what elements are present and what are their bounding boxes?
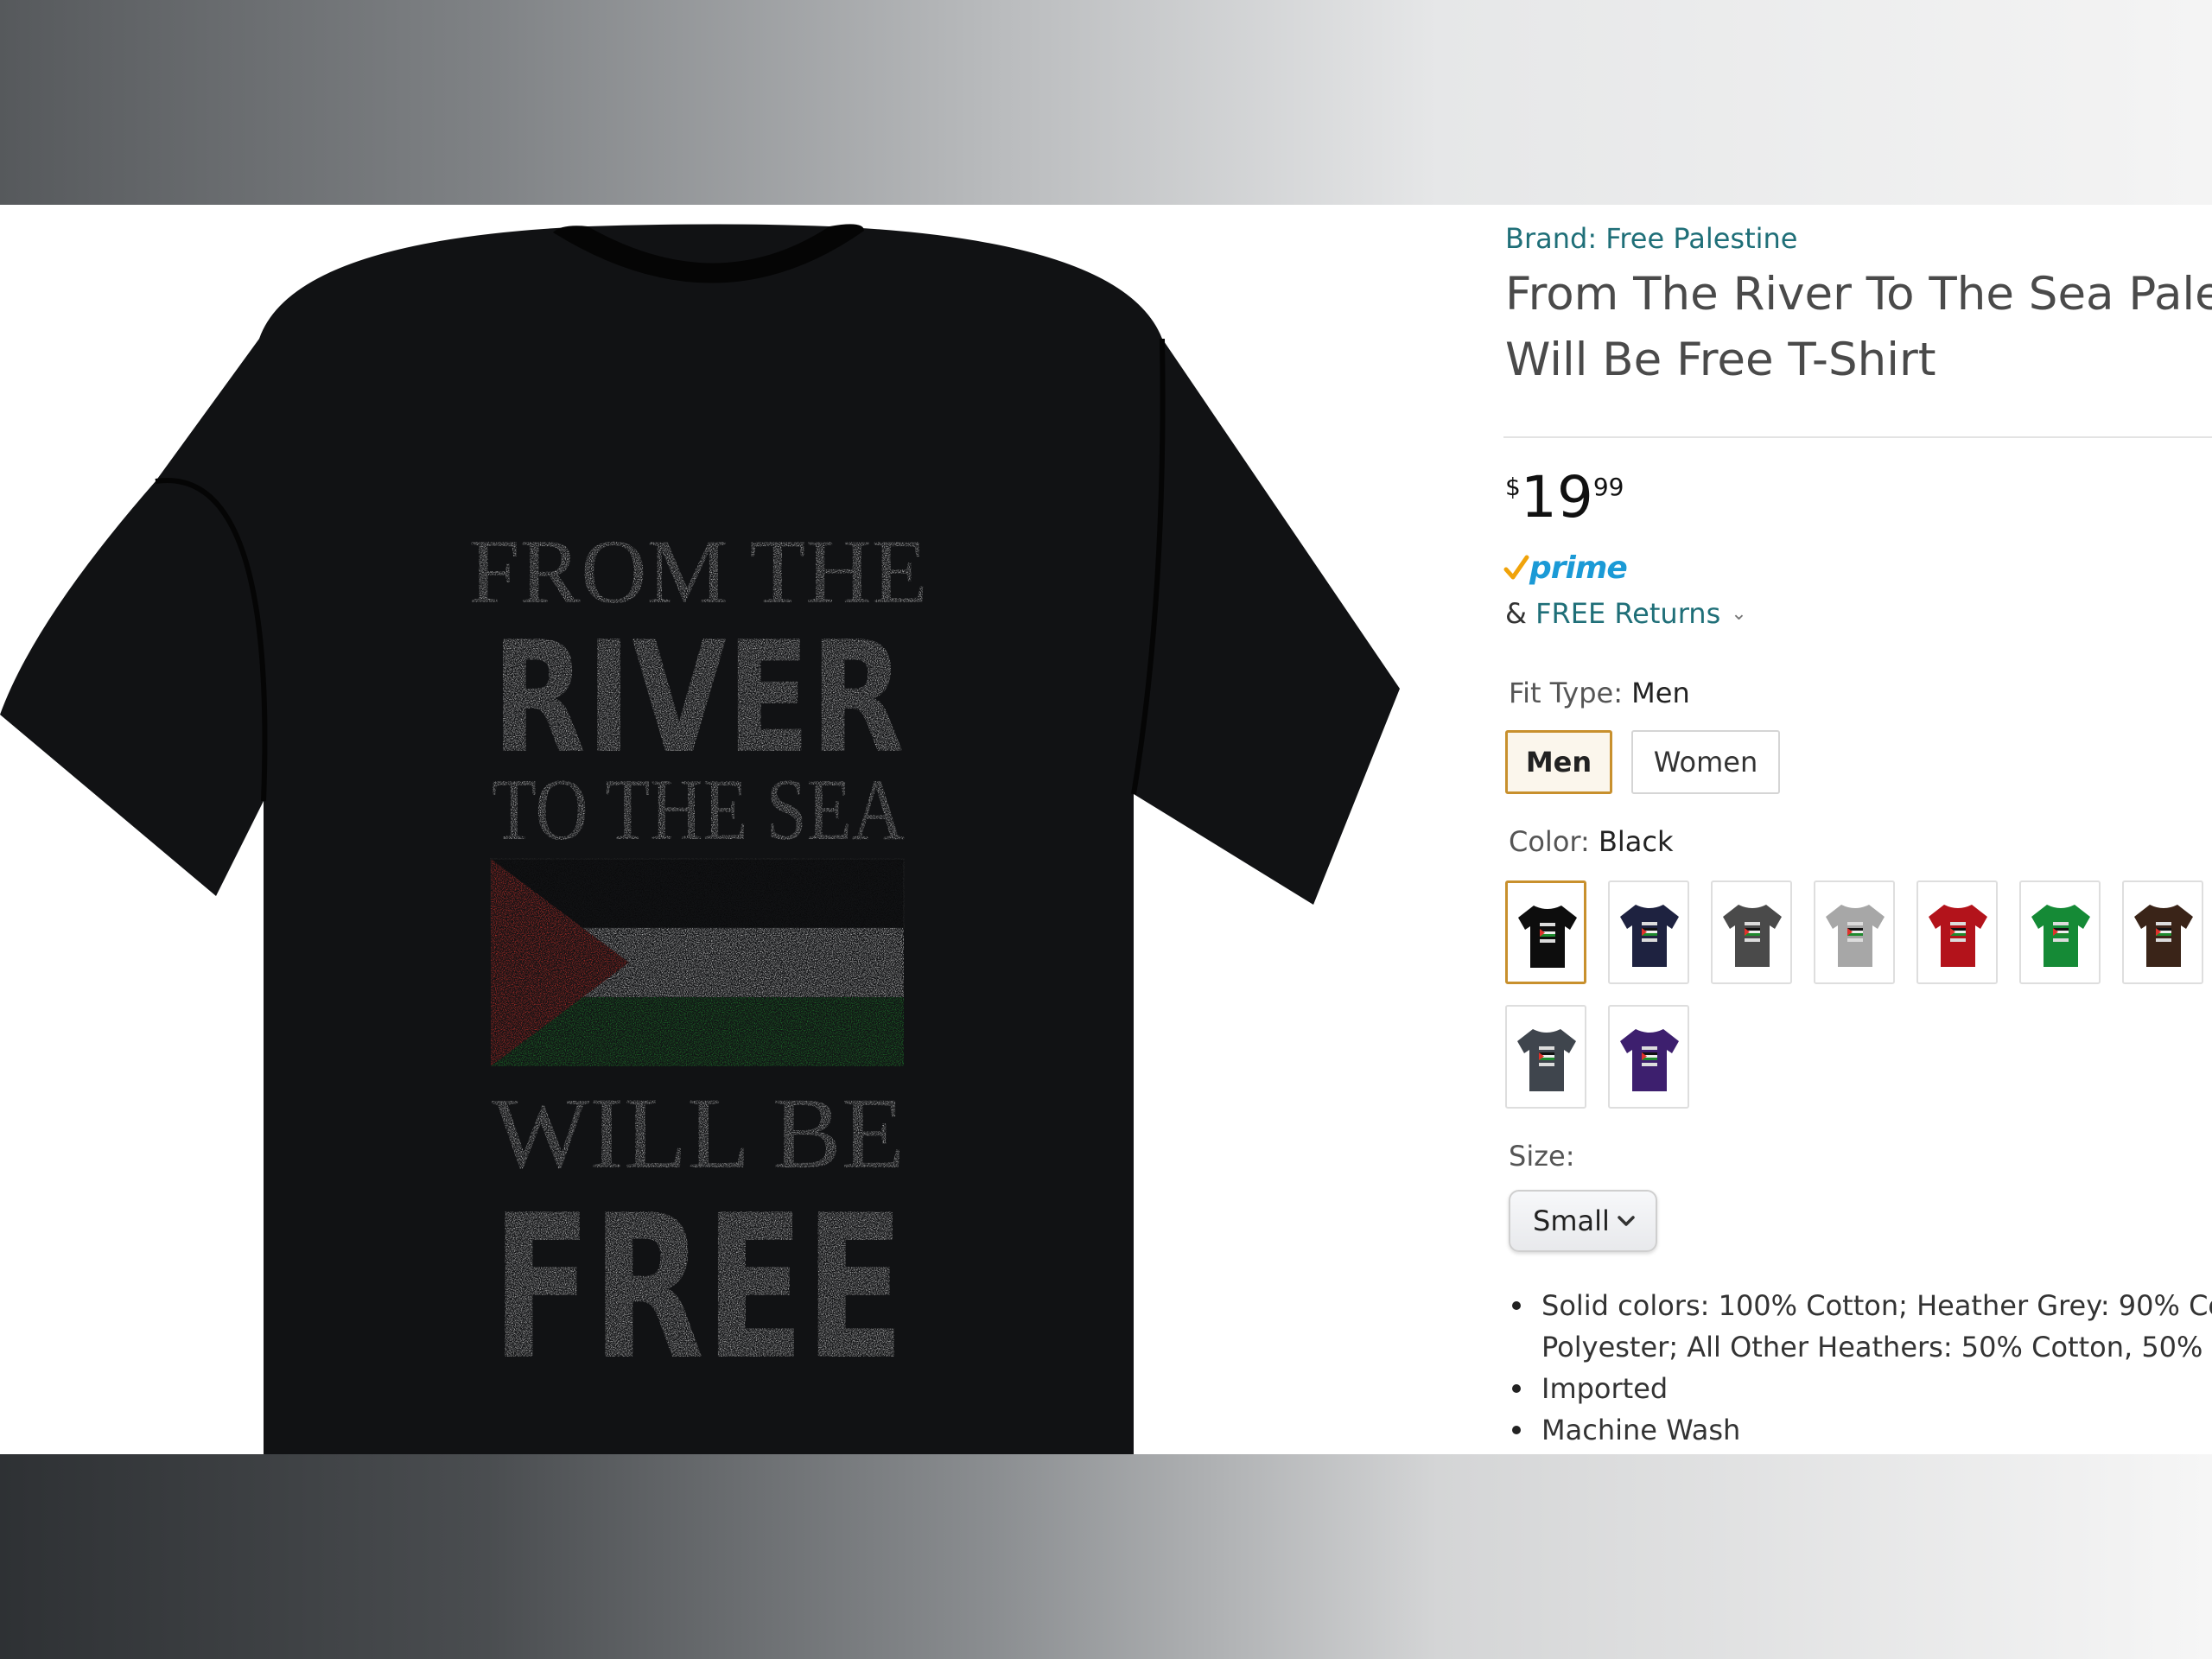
color-swatch[interactable] bbox=[1814, 880, 1895, 984]
color-value: Black bbox=[1598, 825, 1674, 858]
feature-bullet: Machine Wash bbox=[1512, 1409, 2212, 1451]
size-label: Size: bbox=[1509, 1140, 1575, 1173]
returns-prefix: & bbox=[1505, 597, 1536, 630]
product-title: From The River To The Sea Palestine Will… bbox=[1505, 262, 2212, 393]
t-shirt-image: FROM THE RIVER TO THE SEA WILL BE FREE bbox=[0, 224, 1400, 1454]
feature-bullets: Solid colors: 100% Cotton; Heather Grey:… bbox=[1512, 1285, 2212, 1451]
prime-badge[interactable]: prime bbox=[1503, 549, 1628, 587]
prime-label: prime bbox=[1529, 550, 1628, 586]
t-shirt-thumbnail-icon bbox=[2134, 905, 2193, 967]
print-line-1: FROM THE bbox=[468, 521, 927, 622]
color-swatch[interactable] bbox=[1505, 1005, 1586, 1109]
color-label: Color: Black bbox=[1509, 825, 1674, 858]
brand-link[interactable]: Brand: Free Palestine bbox=[1505, 222, 1797, 255]
fit-type-value: Men bbox=[1631, 677, 1690, 709]
product-details: Brand: Free Palestine From The River To … bbox=[1503, 205, 2212, 1454]
fit-type-women-button[interactable]: Women bbox=[1631, 730, 1780, 794]
feature-bullet-text: Imported bbox=[1541, 1372, 1669, 1405]
palestine-flag bbox=[490, 858, 905, 1066]
fit-type-label: Fit Type: Men bbox=[1509, 677, 1690, 709]
size-selected-value: Small bbox=[1533, 1205, 1610, 1237]
divider bbox=[1503, 436, 2212, 438]
product-page: FROM THE RIVER TO THE SEA WILL BE FREE B… bbox=[0, 205, 2212, 1454]
top-frame-band bbox=[0, 0, 2212, 205]
price-fraction: 99 bbox=[1592, 473, 1624, 501]
feature-bullet-text: Polyester; All Other Heathers: 50% Cotto… bbox=[1541, 1331, 2212, 1363]
price-symbol: $ bbox=[1505, 473, 1521, 501]
chevron-down-icon[interactable]: ⌄ bbox=[1731, 603, 1746, 625]
feature-bullet-text: Machine Wash bbox=[1541, 1414, 1741, 1446]
price-whole: 19 bbox=[1520, 464, 1593, 531]
price: $1999 bbox=[1505, 464, 1624, 531]
feature-bullet-text: Solid colors: 100% Cotton; Heather Grey:… bbox=[1541, 1289, 2212, 1322]
free-returns: & FREE Returns ⌄ bbox=[1505, 597, 1747, 630]
bottom-frame-band bbox=[0, 1454, 2212, 1659]
color-swatch[interactable] bbox=[1505, 880, 1586, 984]
product-title-line1: From The River To The Sea Palestine bbox=[1505, 268, 2212, 321]
print-line-3: TO THE SEA bbox=[492, 761, 905, 859]
print-line-2: RIVER bbox=[492, 608, 905, 787]
feature-bullet: Solid colors: 100% Cotton; Heather Grey:… bbox=[1512, 1285, 2212, 1368]
t-shirt-thumbnail-icon bbox=[1620, 1029, 1679, 1091]
t-shirt-thumbnail-icon bbox=[1826, 905, 1885, 967]
product-image[interactable]: FROM THE RIVER TO THE SEA WILL BE FREE bbox=[0, 205, 1469, 1454]
feature-bullet: Imported bbox=[1512, 1368, 2212, 1409]
t-shirt-thumbnail-icon bbox=[1723, 905, 1782, 967]
color-swatch[interactable] bbox=[1711, 880, 1792, 984]
t-shirt-thumbnail-icon bbox=[1517, 1029, 1576, 1091]
chevron-down-icon bbox=[1618, 1216, 1635, 1226]
prime-check-icon bbox=[1503, 555, 1529, 580]
color-swatch[interactable] bbox=[1608, 880, 1689, 984]
color-label-text: Color: bbox=[1509, 825, 1599, 858]
color-swatch[interactable] bbox=[2019, 880, 2101, 984]
fit-type-label-text: Fit Type: bbox=[1509, 677, 1632, 709]
fit-type-men-button[interactable]: Men bbox=[1505, 730, 1612, 794]
color-swatch[interactable] bbox=[1608, 1005, 1689, 1109]
color-swatch[interactable] bbox=[1916, 880, 1998, 984]
t-shirt-thumbnail-icon bbox=[1518, 906, 1577, 968]
t-shirt-thumbnail-icon bbox=[1929, 905, 1987, 967]
print-line-5: FREE bbox=[492, 1173, 905, 1404]
t-shirt-thumbnail-icon bbox=[1620, 905, 1679, 967]
color-swatch[interactable] bbox=[2122, 880, 2203, 984]
t-shirt-thumbnail-icon bbox=[2031, 905, 2090, 967]
free-returns-link[interactable]: FREE Returns bbox=[1535, 597, 1720, 630]
size-dropdown[interactable]: Small bbox=[1509, 1190, 1657, 1252]
product-title-line2: Will Be Free T-Shirt bbox=[1505, 334, 1936, 386]
